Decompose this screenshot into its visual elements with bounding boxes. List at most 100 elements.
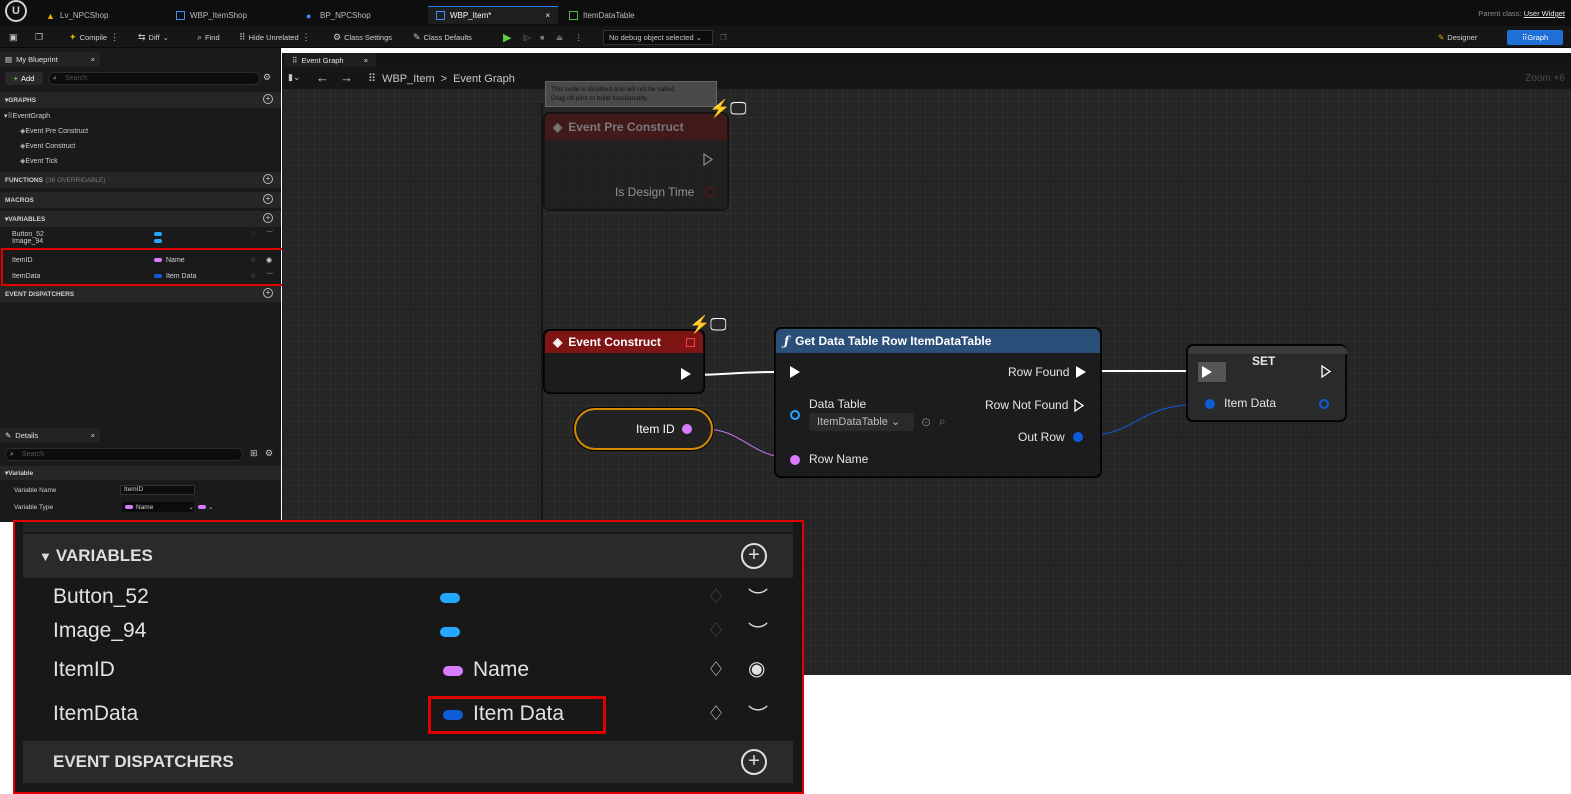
get-data-table-row-node[interactable]: ƒ Get Data Table Row ItemDataTable Row F… [775, 328, 1101, 477]
variable-name-input[interactable]: ItemID [120, 485, 195, 495]
variable-section-header[interactable]: ▾ Variable [0, 466, 281, 480]
step-button[interactable]: |▷ [520, 30, 534, 45]
tab-bp-npcshop[interactable]: ● BP_NPCShop [298, 6, 379, 24]
event-graph-item[interactable]: ▾ ⠿ EventGraph [0, 109, 281, 123]
inset-variable-row-itemdata[interactable]: ItemData Item Data ♢ ︶ [23, 697, 793, 733]
save-button[interactable]: ▣ [6, 30, 21, 45]
exec-out-pin-icon[interactable] [681, 368, 691, 380]
variable-type-select[interactable]: Name ⌄ [122, 502, 194, 512]
item-id-getter-node[interactable]: Item ID [574, 408, 713, 450]
node-title: Event Pre Construct [568, 120, 684, 134]
event-construct-node[interactable]: ◈ Event Construct [544, 330, 704, 393]
blueprint-search-input[interactable]: ⌕ Search [48, 72, 260, 85]
replication-bell-icon[interactable]: ♢ [707, 584, 725, 609]
kebab-menu-icon[interactable]: ⋮ [302, 32, 311, 43]
exec-out-pin-icon[interactable] [1321, 365, 1332, 378]
event-item-pre-construct[interactable]: ◈ Event Pre Construct [0, 124, 281, 138]
tab-itemdatatable[interactable]: ItemDataTable [561, 6, 643, 24]
add-variable-icon[interactable]: + [741, 543, 767, 569]
designer-mode-button[interactable]: ✎ Designer [1438, 30, 1477, 45]
struct-pin-icon[interactable] [1205, 399, 1215, 409]
hide-unrelated-button[interactable]: ⠿ Hide Unrelated ⋮ [236, 30, 314, 45]
exec-out-pin-icon[interactable] [1074, 399, 1085, 412]
blueprint-panel-icon: ▤ [5, 54, 13, 64]
exec-in-pin-icon[interactable] [1202, 366, 1212, 378]
details-search-input[interactable]: ⌕ Search [5, 448, 243, 461]
add-graph-icon[interactable]: + [263, 94, 273, 104]
section-title: VARIABLES [55, 546, 153, 565]
gear-icon[interactable]: ⚙ [265, 448, 273, 459]
exec-out-pin-icon[interactable] [703, 153, 714, 166]
add-function-icon[interactable]: + [263, 174, 273, 184]
event-dispatchers-section-header[interactable]: EVENT DISPATCHERS + [0, 286, 281, 302]
event-item-construct[interactable]: ◈ Event Construct [0, 139, 281, 153]
eye-open-icon[interactable]: ◉ [748, 656, 765, 681]
struct-out-pin-icon[interactable] [1319, 399, 1329, 409]
replication-bell-icon[interactable]: ♢ [707, 701, 725, 726]
close-icon[interactable]: × [91, 55, 95, 64]
add-dispatcher-icon[interactable]: + [741, 749, 767, 775]
struct-pin-icon[interactable] [1073, 432, 1083, 442]
play-options-button[interactable]: ⋮ [572, 30, 586, 45]
variable-row-image-94[interactable]: Image_94 [0, 237, 281, 245]
event-item-tick[interactable]: ◈ Event Tick [0, 154, 281, 168]
tab-wbp-item[interactable]: WBP_Item* × [428, 6, 558, 24]
name-pin-icon[interactable] [790, 455, 800, 465]
close-icon[interactable]: × [91, 431, 95, 440]
bool-pin-icon[interactable] [705, 187, 715, 197]
variables-section-header[interactable]: ▾ VARIABLES + [0, 211, 281, 227]
replication-bell-icon[interactable]: ♢ [707, 618, 725, 643]
add-button[interactable]: + Add [5, 72, 43, 85]
debug-browse-button[interactable]: ❐ [717, 30, 730, 45]
functions-section-header[interactable]: FUNCTIONS (36 OVERRIDABLE) + [0, 172, 281, 188]
inset-variables-header[interactable]: ▼ VARIABLES + [23, 534, 793, 578]
delegate-pin-icon[interactable] [686, 337, 695, 347]
eye-closed-icon[interactable]: ︶ [748, 699, 768, 728]
name-pin-icon[interactable] [682, 424, 692, 434]
browse-button[interactable]: ❐ [32, 30, 46, 45]
class-settings-button[interactable]: ⚙ Class Settings [330, 30, 395, 45]
settings-gear-icon[interactable]: ⚙ [263, 72, 271, 83]
inset-event-dispatchers-header[interactable]: EVENT DISPATCHERS + [23, 741, 793, 783]
graph-mode-button[interactable]: ⠿ Graph [1507, 30, 1563, 45]
eye-closed-icon[interactable]: ︶ [748, 616, 768, 645]
plus-icon: + [13, 74, 19, 83]
exec-out-pin-icon[interactable] [1076, 366, 1086, 378]
add-macro-icon[interactable]: + [263, 194, 273, 204]
exec-in-pin-icon[interactable] [790, 366, 800, 378]
data-table-select[interactable]: ItemDataTable ⌄ [809, 413, 914, 431]
inset-variable-row-image-94[interactable]: Image_94 ♢ ︶ [23, 614, 793, 650]
replication-bell-icon[interactable]: ♢ [707, 657, 725, 682]
parent-class-link[interactable]: User Widget [1524, 9, 1565, 18]
tab-my-blueprint[interactable]: ▤ My Blueprint × [0, 52, 100, 66]
tab-lv-npcshop[interactable]: ▲ Lv_NPCShop [38, 6, 116, 24]
diff-button[interactable]: ⇆ Diff ⌄ [135, 30, 172, 45]
macros-section-header[interactable]: MACROS + [0, 192, 281, 208]
set-item-data-node[interactable]: SET Item Data [1187, 345, 1347, 421]
close-icon[interactable]: × [545, 11, 550, 20]
add-variable-icon[interactable]: + [263, 213, 273, 223]
graphs-section-header[interactable]: ▾ GRAPHS + [0, 92, 281, 108]
container-type-select[interactable]: ⌄ [198, 503, 213, 511]
stop-button[interactable]: ■ [537, 30, 548, 45]
class-defaults-button[interactable]: ✎ Class Defaults [410, 30, 475, 45]
tab-details[interactable]: ✎ Details × [0, 428, 100, 442]
debug-object-select[interactable]: No debug object selected ⌄ [603, 30, 713, 45]
tab-wbp-itemshop[interactable]: WBP_ItemShop [168, 6, 255, 24]
play-button[interactable]: ▶ [500, 30, 514, 45]
search-placeholder: Search [65, 75, 88, 82]
grid-view-icon[interactable]: ⊞ [250, 448, 258, 459]
inset-variable-row-itemid[interactable]: ItemID Name ♢ ◉ [23, 653, 793, 689]
unreal-logo-icon[interactable]: U [5, 0, 27, 22]
kebab-menu-icon[interactable]: ⋮ [110, 32, 119, 43]
data-table-pin-icon[interactable] [790, 410, 800, 420]
browse-asset-search-icon[interactable]: ⌕ [939, 414, 946, 429]
add-dispatcher-icon[interactable]: + [263, 288, 273, 298]
compile-button[interactable]: ✦ Compile ⋮ [66, 30, 122, 45]
inset-variable-row-button-52[interactable]: Button_52 ♢ ︶ [23, 580, 793, 616]
eject-button[interactable]: ⏏ [553, 30, 566, 45]
eye-closed-icon[interactable]: ︶ [748, 582, 768, 611]
use-asset-arrow-icon[interactable]: ⊙ [921, 415, 931, 429]
event-pre-construct-node[interactable]: ◈ Event Pre Construct Is Design Time [544, 113, 728, 210]
find-button[interactable]: ⌕ Find [194, 30, 223, 45]
